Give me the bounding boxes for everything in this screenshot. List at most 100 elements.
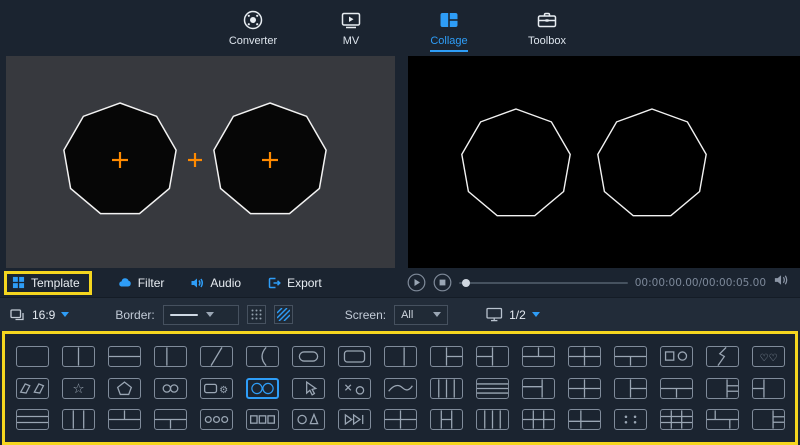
stop-button[interactable] — [433, 273, 452, 292]
template-thumb-two-small-circles[interactable] — [154, 378, 187, 399]
aspect-ratio-value: 16:9 — [32, 308, 55, 322]
svg-text:☆: ☆ — [72, 381, 84, 397]
edit-canvas[interactable] — [6, 56, 395, 268]
app-window: Converter MV Collage — [0, 0, 800, 445]
template-thumb-h-stripes-3[interactable] — [16, 409, 49, 430]
tab-converter[interactable]: Converter — [225, 7, 281, 50]
template-grid: ♡♡ ☆ ⚙ — [5, 334, 795, 442]
tab-audio[interactable]: Audio — [190, 276, 241, 290]
template-thumb-h-stripes-4[interactable] — [476, 378, 509, 399]
template-thumb-h-top-vsplit[interactable] — [522, 346, 555, 367]
template-thumb-tag-gear[interactable]: ⚙ — [200, 378, 233, 399]
template-thumb-rounded-inset[interactable] — [338, 346, 371, 367]
tab-template[interactable]: Template — [12, 276, 80, 290]
preview-canvas — [408, 56, 800, 268]
border-style-select[interactable] — [163, 305, 239, 325]
border-dot-grid-button[interactable] — [247, 305, 266, 324]
tab-collage[interactable]: Collage — [421, 7, 477, 52]
tab-converter-label: Converter — [229, 35, 277, 50]
template-thumb-h-bottom-vsplit[interactable] — [660, 378, 693, 399]
template-thumb-v-split-3[interactable] — [62, 409, 95, 430]
template-thumb-right-col-split[interactable] — [706, 378, 739, 399]
template-thumb-grid-2x2[interactable] — [568, 378, 601, 399]
template-thumb-star[interactable]: ☆ — [62, 378, 95, 399]
template-thumb-h-bottom-vsplit[interactable] — [614, 346, 647, 367]
tab-mv-label: MV — [343, 35, 360, 50]
template-thumb-blank[interactable] — [16, 346, 49, 367]
template-thumb-grid-2x2[interactable] — [384, 409, 417, 430]
page-indicator: 1/2 — [509, 308, 526, 322]
template-thumb-two-flags[interactable] — [16, 378, 49, 399]
screen-select-caret-icon — [433, 312, 441, 317]
audio-speaker-icon — [190, 276, 204, 290]
template-thumb-diagonal-split[interactable] — [200, 346, 233, 367]
template-thumb-v-stripes-4[interactable] — [476, 409, 509, 430]
template-page-control[interactable]: 1/2 — [486, 307, 540, 322]
template-thumb-grid-2x2-uneven[interactable] — [568, 409, 601, 430]
template-thumb-h-top-vsplit[interactable] — [108, 409, 141, 430]
template-thumb-grid-2x2[interactable] — [568, 346, 601, 367]
tab-export[interactable]: Export — [267, 276, 322, 290]
tab-audio-label: Audio — [210, 276, 241, 290]
template-thumb-left-col-hsplit[interactable] — [752, 378, 785, 399]
time-display: 00:00:00.00/00:00:05.00 — [635, 277, 766, 289]
seek-slider[interactable] — [459, 277, 628, 289]
main-nav: Converter MV Collage — [0, 0, 800, 56]
template-thumb-v-split-thin[interactable] — [384, 346, 417, 367]
template-thumb-grid-3x3[interactable] — [660, 409, 693, 430]
filter-cloud-icon — [118, 276, 132, 289]
template-thumb-v-split-offset[interactable] — [154, 346, 187, 367]
preview-nonagon-2 — [598, 109, 706, 216]
template-thumb-v-split[interactable] — [62, 346, 95, 367]
template-thumb-fast-forward[interactable] — [338, 409, 371, 430]
mv-icon — [339, 7, 363, 33]
template-thumb-grid-2x2-offset[interactable] — [522, 378, 555, 399]
template-thumb-h-split[interactable] — [108, 346, 141, 367]
volume-icon[interactable] — [773, 273, 790, 292]
tab-toolbox[interactable]: Toolbox — [519, 7, 575, 50]
template-thumb-circle-triangle[interactable] — [292, 409, 325, 430]
template-thumb-dot-grid[interactable] — [614, 409, 647, 430]
template-thumb-curve-split[interactable] — [246, 346, 279, 367]
template-thumb-zigzag-split[interactable] — [706, 346, 739, 367]
screen-label: Screen: — [345, 308, 386, 322]
template-thumb-x-and-circle[interactable] — [338, 378, 371, 399]
template-thumb-wave-swoosh[interactable] — [384, 378, 417, 399]
template-thumb-two-circles[interactable] — [246, 378, 279, 399]
tab-collage-label: Collage — [430, 35, 467, 52]
screen-select[interactable]: All — [394, 305, 448, 325]
template-thumb-cursor-arrow[interactable] — [292, 378, 325, 399]
tab-export-label: Export — [287, 276, 322, 290]
aspect-ratio-control[interactable]: 16:9 — [10, 308, 69, 322]
template-thumb-pill-inset[interactable] — [292, 346, 325, 367]
border-hatch-button[interactable] — [274, 305, 293, 324]
template-thumb-three-circles[interactable] — [200, 409, 233, 430]
seek-track — [459, 282, 628, 284]
toolbox-icon — [535, 7, 559, 33]
export-icon — [267, 276, 281, 290]
tab-toolbox-label: Toolbox — [528, 35, 566, 50]
tab-filter[interactable]: Filter — [118, 276, 165, 290]
template-thumb-mixed-split[interactable] — [706, 409, 739, 430]
play-button[interactable] — [407, 273, 426, 292]
template-thumb-two-hearts[interactable]: ♡♡ — [752, 346, 785, 367]
template-thumb-pentagon[interactable] — [108, 378, 141, 399]
preview-nonagon-1 — [462, 109, 570, 216]
seek-slider-handle[interactable] — [462, 279, 470, 287]
template-thumb-v-right-hsplit[interactable] — [430, 346, 463, 367]
template-thumb-h-bottom-vsplit[interactable] — [154, 409, 187, 430]
template-thumb-square-circle[interactable] — [660, 346, 693, 367]
template-thumb-grid-3x2[interactable] — [522, 409, 555, 430]
tab-mv[interactable]: MV — [323, 7, 379, 50]
template-thumb-v3-center-split[interactable] — [430, 409, 463, 430]
converter-icon — [241, 7, 265, 33]
template-thumb-right-col-split[interactable] — [752, 409, 785, 430]
page-caret-icon — [532, 312, 540, 317]
tab-filter-label: Filter — [138, 276, 165, 290]
template-thumb-v-right-hsplit[interactable] — [614, 378, 647, 399]
border-label: Border: — [115, 308, 154, 322]
aspect-ratio-caret-icon — [61, 312, 69, 317]
template-thumb-v-stripes-4[interactable] — [430, 378, 463, 399]
template-thumb-v-left-hsplit[interactable] — [476, 346, 509, 367]
template-thumb-three-squares[interactable] — [246, 409, 279, 430]
